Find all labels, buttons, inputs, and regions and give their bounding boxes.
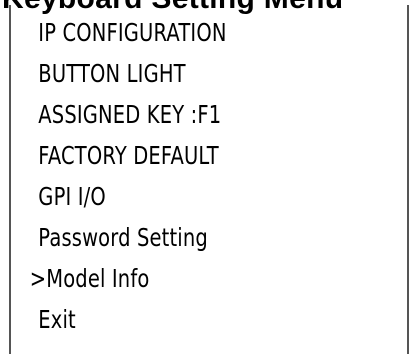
- menu-item-factory-default[interactable]: FACTORY DEFAULT: [11, 135, 320, 175]
- menu-item-label: Exit: [38, 304, 76, 334]
- menu-item-gpi-io[interactable]: GPI I/O: [11, 176, 320, 216]
- menu-item-label: >Model Info: [29, 263, 150, 293]
- menu-item-label: FACTORY DEFAULT: [38, 140, 219, 170]
- menu-item-label: ASSIGNED KEY :F1: [38, 99, 222, 129]
- menu-item-button-light[interactable]: BUTTON LIGHT: [11, 53, 320, 93]
- menu-item-exit[interactable]: Exit: [11, 299, 320, 339]
- menu-item-ip-configuration[interactable]: IP CONFIGURATION: [11, 12, 320, 52]
- settings-menu-panel: IP CONFIGURATION BUTTON LIGHT ASSIGNED K…: [9, 5, 409, 354]
- menu-item-label: GPI I/O: [38, 181, 106, 211]
- menu-item-assigned-key[interactable]: ASSIGNED KEY :F1: [11, 94, 320, 134]
- menu-item-password-setting[interactable]: Password Setting: [11, 217, 320, 257]
- menu-item-label: BUTTON LIGHT: [38, 58, 186, 88]
- menu-item-label: IP CONFIGURATION: [38, 17, 227, 47]
- menu-item-model-info[interactable]: >Model Info: [11, 258, 320, 298]
- menu-item-label: Password Setting: [38, 222, 208, 252]
